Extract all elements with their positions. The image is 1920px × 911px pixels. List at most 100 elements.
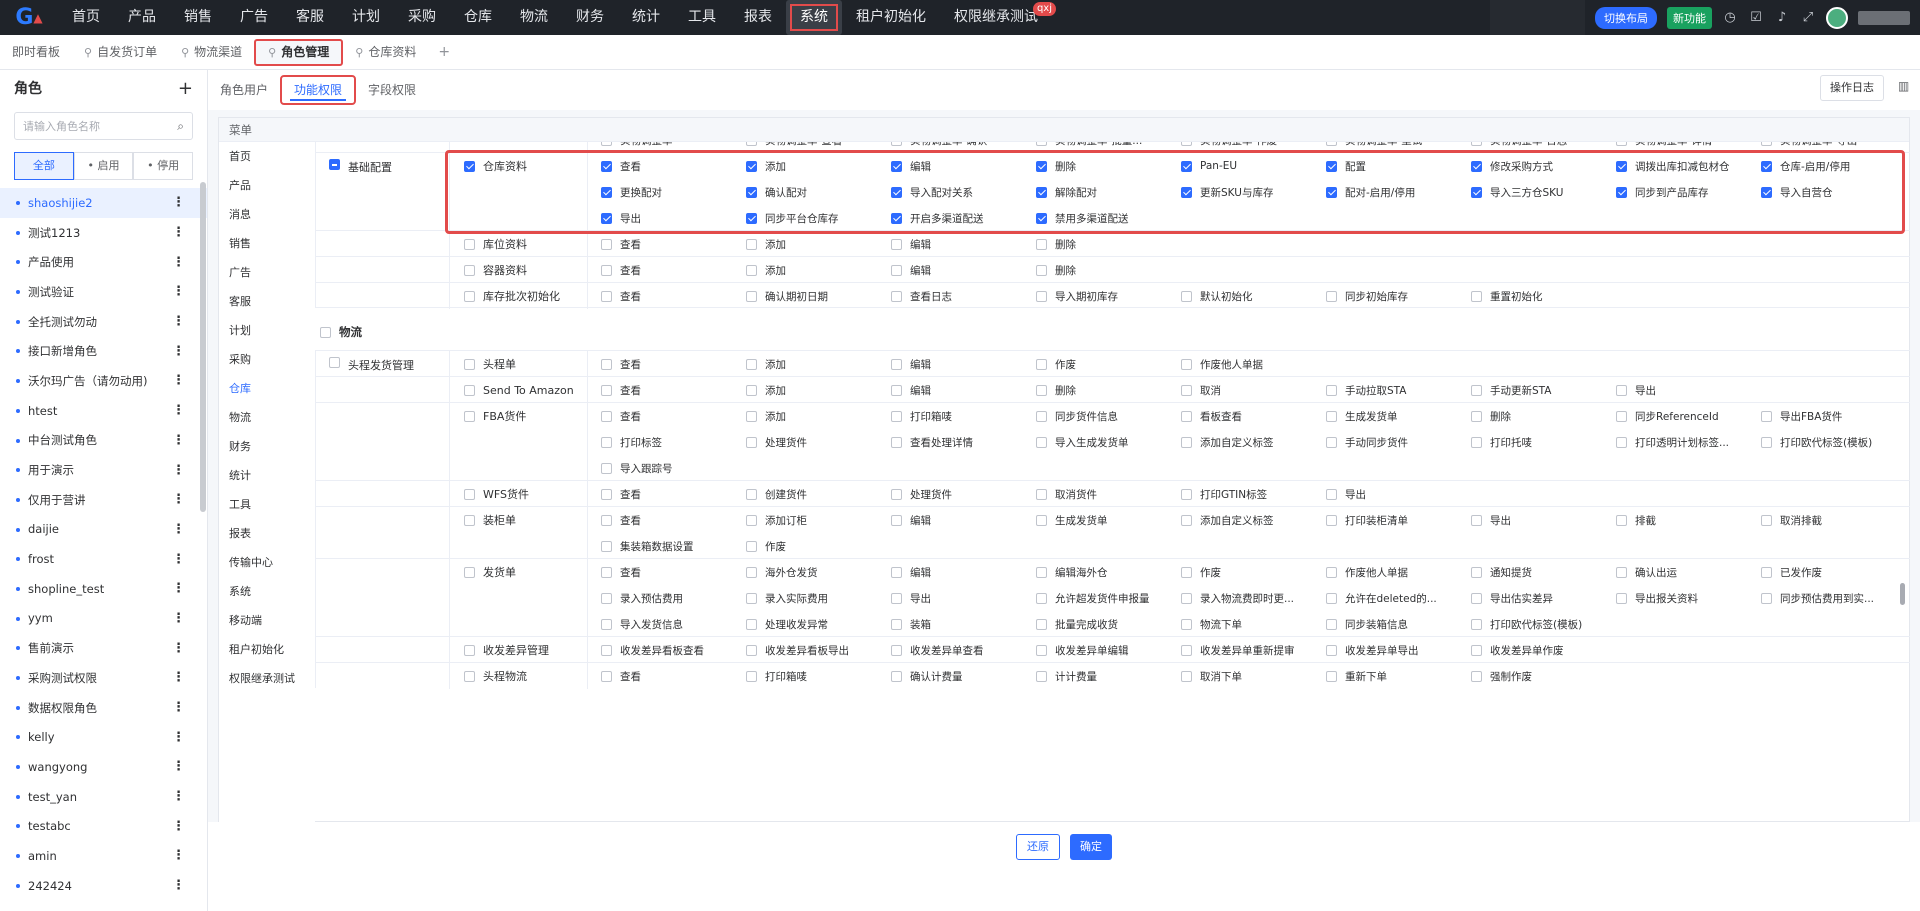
- permission-checkbox[interactable]: [1181, 358, 1192, 370]
- permission-item[interactable]: 看板查看: [1168, 403, 1313, 429]
- permission-item[interactable]: 收发差异单编辑: [1023, 637, 1168, 663]
- permission-item[interactable]: 添加: [733, 377, 878, 403]
- permission-item[interactable]: 收发差异单重新提审: [1168, 637, 1313, 663]
- permission-item[interactable]: 收发差异单导出: [1313, 637, 1458, 663]
- permission-checkbox[interactable]: [891, 384, 902, 396]
- columns-icon[interactable]: ▥: [1898, 79, 1912, 93]
- new-feature-button[interactable]: 新功能: [1667, 6, 1712, 29]
- permission-checkbox[interactable]: [1616, 410, 1627, 422]
- permission-item[interactable]: 同步装箱信息: [1313, 611, 1458, 637]
- permission-checkbox[interactable]: [1471, 290, 1482, 302]
- side-menu-item[interactable]: 传输中心: [219, 548, 315, 577]
- module-checkbox[interactable]: [464, 238, 475, 250]
- permission-item[interactable]: 录入实际费用: [733, 585, 878, 611]
- permission-checkbox[interactable]: [601, 566, 612, 578]
- permission-item[interactable]: 导入发货信息: [588, 611, 733, 637]
- more-icon[interactable]: ⋮: [172, 195, 185, 210]
- permission-checkbox[interactable]: [746, 238, 757, 250]
- permission-checkbox[interactable]: [1326, 592, 1337, 604]
- role-item[interactable]: amin ⋮: [0, 841, 207, 871]
- permission-checkbox[interactable]: [1471, 566, 1482, 578]
- nav-item[interactable]: 系统: [786, 0, 842, 35]
- permission-checkbox[interactable]: [1761, 592, 1772, 604]
- confirm-button[interactable]: 确定: [1070, 834, 1112, 860]
- side-menu-item[interactable]: 仓库: [219, 374, 315, 403]
- permission-checkbox[interactable]: [891, 514, 902, 526]
- permission-item[interactable]: 确认计费量: [878, 663, 1023, 689]
- permission-checkbox[interactable]: [1181, 514, 1192, 526]
- module-checkbox[interactable]: [464, 514, 475, 526]
- permission-checkbox[interactable]: [746, 384, 757, 396]
- permission-item[interactable]: 编辑: [878, 559, 1023, 585]
- permission-checkbox[interactable]: [1471, 618, 1482, 630]
- permission-checkbox[interactable]: [1181, 592, 1192, 604]
- permission-scrollbar[interactable]: [1900, 583, 1905, 605]
- role-item[interactable]: yym ⋮: [0, 604, 207, 634]
- nav-item[interactable]: 物流: [506, 0, 562, 35]
- permission-item[interactable]: 收发差异看板导出: [733, 637, 878, 663]
- permission-item[interactable]: 导出: [1313, 481, 1458, 507]
- permission-checkbox[interactable]: [1471, 670, 1482, 682]
- module-checkbox[interactable]: [464, 488, 475, 500]
- side-menu-item[interactable]: 报表: [219, 519, 315, 548]
- fullscreen-icon[interactable]: ⤢: [1800, 10, 1816, 26]
- permission-checkbox[interactable]: [746, 142, 757, 146]
- permission-checkbox[interactable]: [891, 436, 902, 448]
- permission-checkbox[interactable]: [891, 358, 902, 370]
- nav-item[interactable]: 采购: [394, 0, 450, 35]
- permission-item[interactable]: 查看: [588, 377, 733, 403]
- permission-checkbox[interactable]: [1036, 644, 1047, 656]
- permission-item[interactable]: 查看: [588, 481, 733, 507]
- permission-item[interactable]: 取消: [1168, 377, 1313, 403]
- permission-checkbox[interactable]: [1761, 436, 1772, 448]
- permission-item[interactable]: 排截: [1603, 507, 1748, 533]
- permission-checkbox[interactable]: [746, 670, 757, 682]
- permission-checkbox[interactable]: [1036, 566, 1047, 578]
- more-icon[interactable]: ⋮: [172, 759, 185, 774]
- permission-item[interactable]: 打印欧代标签(模板): [1458, 611, 1603, 637]
- permission-checkbox[interactable]: [1326, 644, 1337, 656]
- permission-checkbox[interactable]: [601, 592, 612, 604]
- permission-checkbox[interactable]: [891, 488, 902, 500]
- permission-item[interactable]: 作废他人单据: [1313, 559, 1458, 585]
- permission-checkbox[interactable]: [1181, 142, 1192, 146]
- permission-checkbox[interactable]: [1616, 384, 1627, 396]
- side-menu-item[interactable]: 产品: [219, 171, 315, 200]
- more-icon[interactable]: ⋮: [172, 670, 185, 685]
- page-tab[interactable]: ⚲ 自发货订单: [72, 35, 169, 70]
- permission-item[interactable]: 取消下单: [1168, 663, 1313, 689]
- permission-item[interactable]: 收发差异看板查看: [588, 637, 733, 663]
- permission-checkbox[interactable]: [1181, 410, 1192, 422]
- role-item[interactable]: 采购测试权限 ⋮: [0, 663, 207, 693]
- permission-item[interactable]: 生成发货单: [1313, 403, 1458, 429]
- user-avatar[interactable]: [1826, 6, 1848, 29]
- nav-item[interactable]: 销售: [170, 0, 226, 35]
- permission-item[interactable]: 确认期初日期: [733, 283, 878, 309]
- nav-item[interactable]: 统计: [618, 0, 674, 35]
- role-item[interactable]: 全托测试勿动 ⋮: [0, 307, 207, 337]
- module-checkbox[interactable]: [464, 290, 475, 302]
- permission-checkbox[interactable]: [601, 264, 612, 276]
- side-menu-item[interactable]: 租户初始化: [219, 635, 315, 664]
- sub-tab[interactable]: 功能权限: [280, 75, 357, 105]
- permission-item[interactable]: 允许超发货件申报量: [1023, 585, 1168, 611]
- nav-item[interactable]: 工具: [674, 0, 730, 35]
- role-search-input[interactable]: [23, 119, 163, 133]
- permission-item[interactable]: 处理货件: [733, 429, 878, 455]
- permission-checkbox[interactable]: [1471, 592, 1482, 604]
- permission-checkbox[interactable]: [1471, 410, 1482, 422]
- side-menu-item[interactable]: 销售: [219, 229, 315, 258]
- permission-checkbox[interactable]: [1181, 618, 1192, 630]
- role-search-box[interactable]: ⌕: [14, 112, 193, 140]
- nav-item[interactable]: 报表: [730, 0, 786, 35]
- permission-checkbox[interactable]: [1036, 358, 1047, 370]
- side-menu-item[interactable]: 客服: [219, 287, 315, 316]
- module-checkbox[interactable]: [464, 264, 475, 276]
- permission-item[interactable]: 查看: [588, 257, 733, 283]
- permission-item[interactable]: 导出: [1458, 507, 1603, 533]
- nav-item[interactable]: 广告: [226, 0, 282, 35]
- permission-checkbox[interactable]: [746, 540, 757, 552]
- permission-checkbox[interactable]: [891, 264, 902, 276]
- permission-item[interactable]: 处理收发异常: [733, 611, 878, 637]
- permission-checkbox[interactable]: [1036, 264, 1047, 276]
